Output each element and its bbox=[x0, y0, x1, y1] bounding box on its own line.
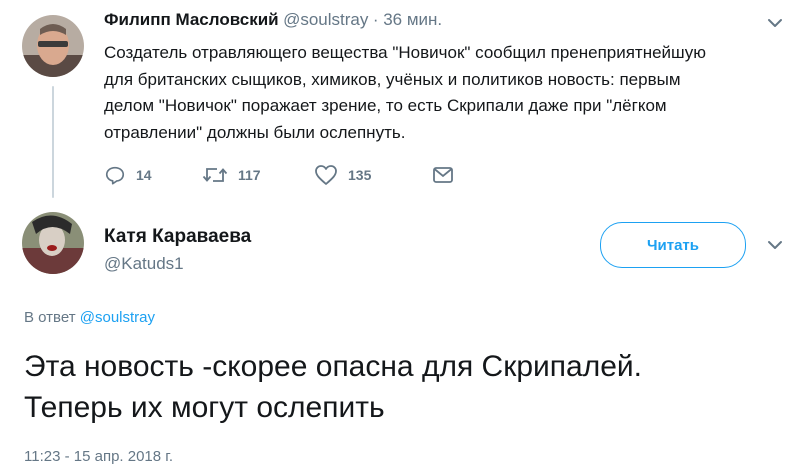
parent-text-line: отравлении" должны были ослепнуть. bbox=[104, 122, 406, 142]
parent-author-handle[interactable]: @soulstray bbox=[283, 10, 368, 29]
like-icon bbox=[314, 164, 338, 186]
chevron-down-icon[interactable] bbox=[766, 236, 784, 254]
tweet-text-line: Эта новость -скорее опасна для Скрипалей… bbox=[24, 350, 642, 383]
parent-author-name[interactable]: Филипп Масловский bbox=[104, 10, 279, 29]
retweet-button[interactable]: 117 bbox=[202, 164, 314, 186]
retweet-icon bbox=[202, 164, 228, 186]
parent-text-line: для британских сыщиков, химиков, учёных … bbox=[104, 69, 681, 89]
author-handle[interactable]: @Katuds1 bbox=[104, 254, 184, 274]
retweet-count: 117 bbox=[238, 167, 261, 183]
parent-actions: 14 117 135 bbox=[104, 164, 454, 186]
follow-button[interactable]: Читать bbox=[600, 222, 746, 268]
parent-header: Филипп Масловский @soulstray · 36 мин. bbox=[104, 10, 442, 30]
parent-tweet-text: Создатель отравляющего вещества "Новичок… bbox=[104, 40, 794, 146]
dm-icon bbox=[432, 166, 454, 184]
author-name[interactable]: Катя Караваева bbox=[104, 226, 251, 248]
parent-chevron-down-icon[interactable] bbox=[766, 14, 784, 32]
reply-prefix: В ответ bbox=[24, 309, 76, 326]
parent-text-line: Создатель отравляющего вещества "Новичок… bbox=[104, 43, 706, 62]
reply-to-link[interactable]: @soulstray bbox=[80, 309, 155, 326]
tweet-text-line: Теперь их могут ослепить bbox=[24, 391, 385, 424]
parent-text-line: делом "Новичок" поражает зрение, то есть… bbox=[104, 96, 667, 115]
parent-avatar[interactable] bbox=[22, 15, 84, 77]
author-avatar[interactable] bbox=[22, 212, 84, 274]
like-count: 135 bbox=[348, 167, 372, 183]
tweet-timestamp[interactable]: 11:23 - 15 апр. 2018 г. bbox=[24, 448, 173, 465]
reply-context: В ответ @soulstray bbox=[24, 309, 155, 326]
reply-icon bbox=[104, 164, 126, 186]
parent-timestamp[interactable]: · 36 мин. bbox=[373, 10, 442, 29]
reply-count: 14 bbox=[136, 167, 152, 183]
thread-line bbox=[52, 86, 54, 198]
tweet-text: Эта новость -скорее опасна для Скрипалей… bbox=[24, 346, 642, 428]
like-button[interactable]: 135 bbox=[314, 164, 432, 186]
reply-button[interactable]: 14 bbox=[104, 164, 202, 186]
dm-button[interactable] bbox=[432, 164, 454, 186]
